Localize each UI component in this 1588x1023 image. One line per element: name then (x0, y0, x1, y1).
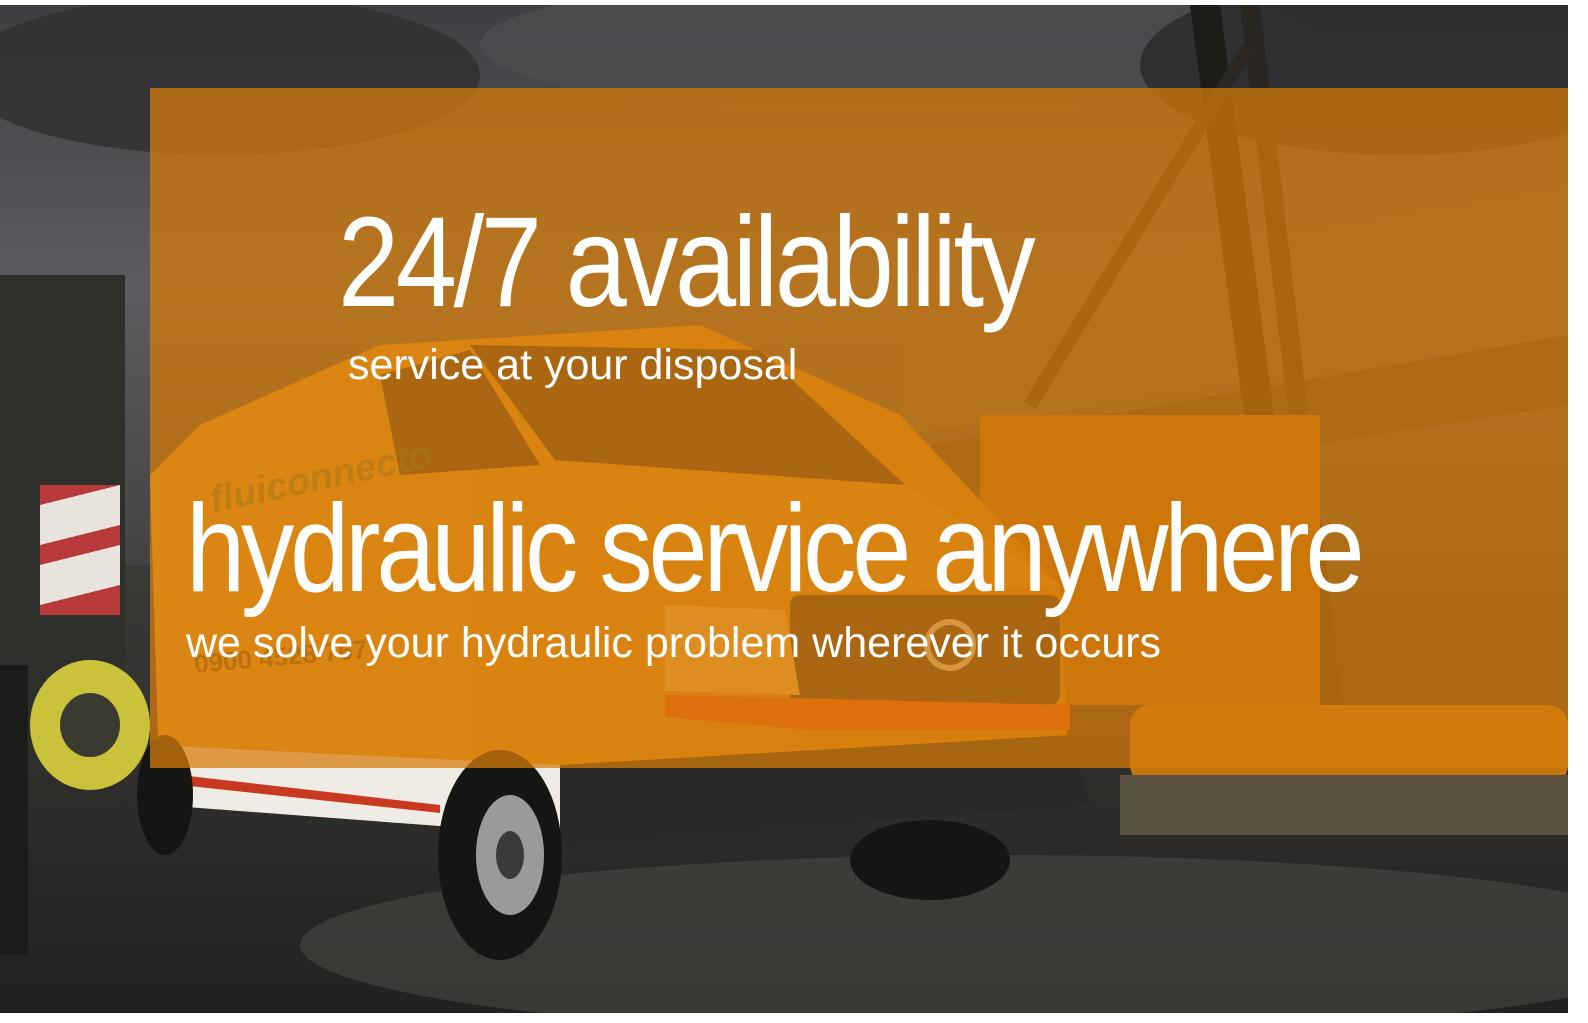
subline-service-disposal: service at your disposal (348, 341, 798, 389)
headline-availability: 24/7 availability (338, 191, 1036, 334)
subline-hydraulic-problem: we solve your hydraulic problem wherever… (186, 619, 1162, 667)
headline-hydraulic-service: hydraulic service anywhere (186, 480, 1365, 618)
hero-banner: fluiconnecto 0900 4528 767 24/7 availabi… (0, 5, 1568, 1013)
